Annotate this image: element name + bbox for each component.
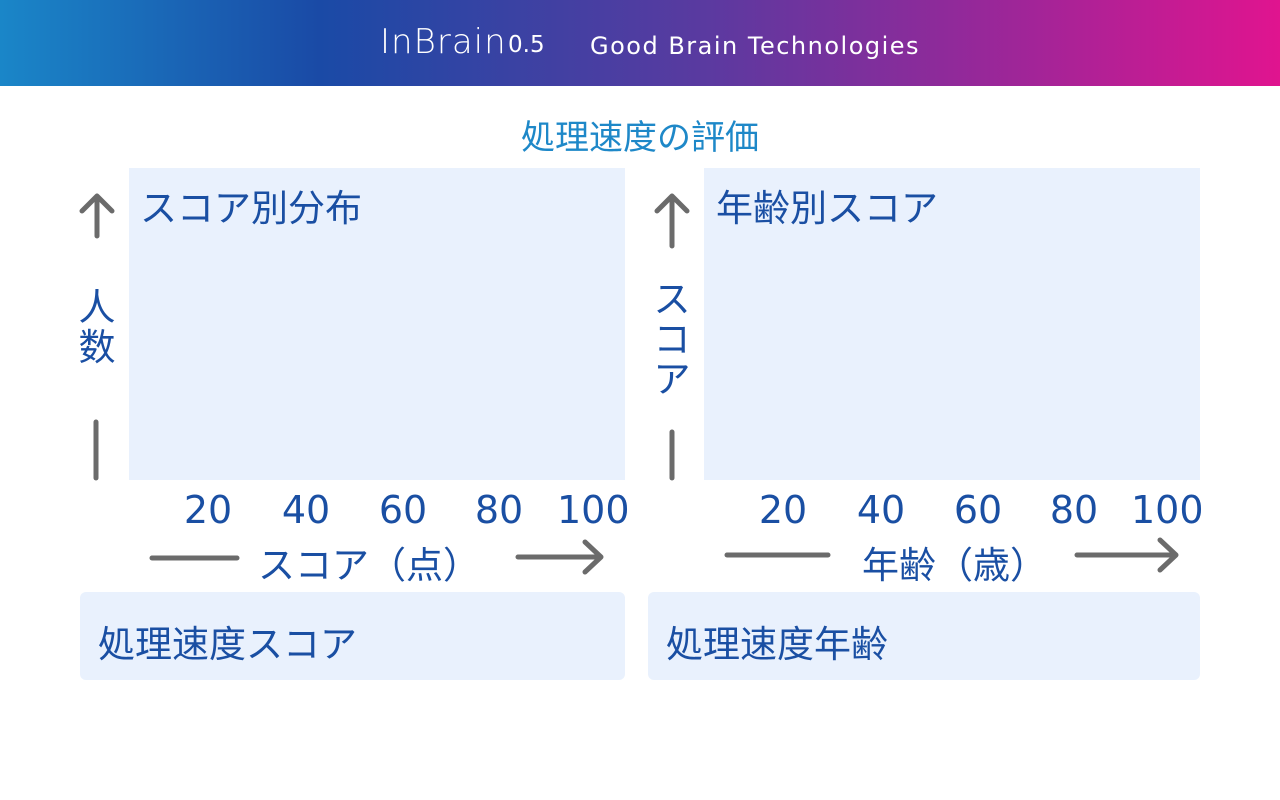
- x-tick-label: 40: [281, 488, 331, 532]
- y-axis-label: 人数: [78, 286, 116, 369]
- x-tick-label: 80: [474, 488, 524, 532]
- page-title: 処理速度の評価: [521, 118, 759, 158]
- x-tick-label: 20: [758, 488, 808, 532]
- app-version: 0.5: [508, 32, 545, 58]
- y-axis-line: [93, 419, 99, 481]
- company-name: Good Brain Technologies: [590, 32, 921, 60]
- x-axis-label: 年齢（歳）: [862, 544, 1047, 587]
- x-tick-label: 80: [1049, 488, 1099, 532]
- y-axis-up-arrow-icon: [79, 193, 115, 239]
- processing-speed-score-label: 処理速度スコア: [98, 623, 357, 666]
- x-tick-label: 20: [183, 488, 233, 532]
- app-header: InBrain 0.5 Good Brain Technologies: [0, 0, 1280, 86]
- x-axis-right-arrow-icon: [515, 539, 604, 575]
- y-axis-line: [669, 429, 675, 481]
- x-axis-line: [724, 552, 831, 558]
- processing-speed-score-box: 処理速度スコア: [80, 592, 625, 680]
- x-tick-label: 60: [378, 488, 428, 532]
- processing-speed-age-box: 処理速度年齢: [648, 592, 1200, 680]
- x-axis-right-arrow-icon: [1074, 537, 1179, 573]
- x-axis-line: [149, 555, 240, 561]
- app-name: InBrain: [380, 22, 507, 62]
- x-axis-label: スコア（点）: [258, 544, 480, 587]
- x-tick-label: 40: [856, 488, 906, 532]
- x-tick-label: 100: [557, 488, 630, 532]
- y-axis-label: スコア: [653, 278, 691, 401]
- processing-speed-age-label: 処理速度年齢: [666, 623, 888, 666]
- y-axis-up-arrow-icon: [654, 193, 690, 249]
- x-tick-label: 60: [953, 488, 1003, 532]
- x-tick-label: 100: [1131, 488, 1204, 532]
- chart-title: 年齢別スコア: [716, 187, 938, 230]
- chart-title: スコア別分布: [140, 187, 362, 230]
